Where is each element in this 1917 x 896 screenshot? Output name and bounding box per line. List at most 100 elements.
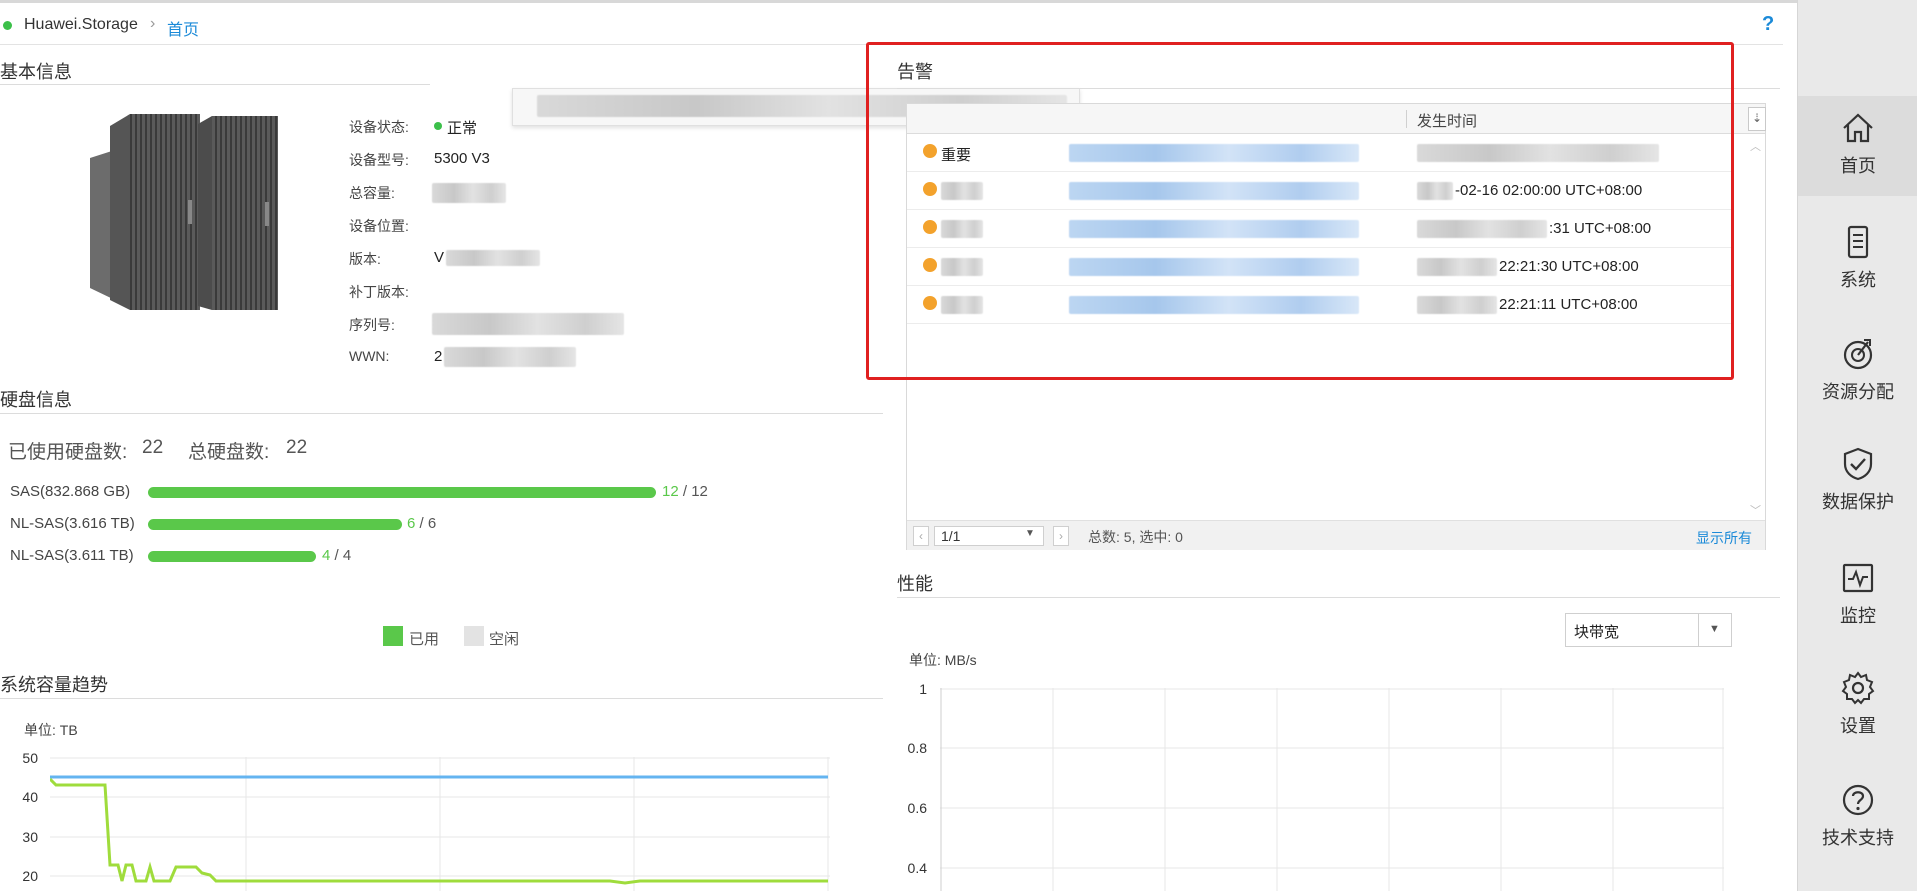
- metric-select[interactable]: 块带宽 ▼: [1565, 613, 1732, 647]
- disk-used-count-label: 已使用硬盘数:: [8, 442, 128, 463]
- field-label-patch: 补丁版本:: [349, 284, 409, 300]
- redacted-text: [444, 347, 576, 367]
- top-bar: [0, 0, 1797, 44]
- sidebar-item-settings[interactable]: 设置: [1798, 656, 1917, 756]
- scroll-down-icon[interactable]: ﹀: [1750, 502, 1761, 518]
- legend-used-swatch: [383, 626, 403, 646]
- sidebar-item-label: 资源分配: [1822, 382, 1894, 402]
- show-all-link[interactable]: 显示所有: [1696, 528, 1752, 548]
- y-tick: 1: [919, 681, 927, 697]
- alarm-summary: 总数: 5, 选中: 0: [1088, 529, 1183, 545]
- scrollbar[interactable]: ︿ ﹀: [1746, 134, 1764, 520]
- sidebar-item-label: 数据保护: [1822, 492, 1894, 512]
- page-value: 1/1: [941, 528, 961, 544]
- divider: [0, 84, 430, 85]
- redacted-text: [446, 250, 540, 266]
- y-tick: 20: [22, 868, 38, 884]
- field-value-model: 5300 V3: [434, 150, 490, 167]
- disk-type-label: NL-SAS(3.616 TB): [10, 515, 135, 532]
- trend-used-line: [48, 777, 828, 885]
- y-tick: 40: [22, 789, 38, 805]
- column-chooser-icon[interactable]: ⇣: [1748, 107, 1766, 131]
- sidebar-item-label: 系统: [1840, 270, 1876, 290]
- breadcrumb-root[interactable]: Huawei.Storage: [24, 16, 138, 34]
- support-icon: [1842, 784, 1874, 816]
- disk-usage-count: 6 / 6: [407, 515, 437, 532]
- disk-usage-bar: [148, 519, 402, 530]
- help-icon[interactable]: ?: [1762, 13, 1774, 36]
- status-dot-icon: [3, 21, 12, 30]
- page-select[interactable]: 1/1 ▼: [934, 526, 1044, 546]
- capacity-trend-chart: [48, 757, 830, 891]
- legend-free-label: 空闲: [489, 631, 520, 648]
- sidebar-item-monitor[interactable]: 监控: [1798, 546, 1917, 646]
- field-label-version: 版本:: [349, 251, 381, 267]
- sidebar-item-support[interactable]: 技术支持: [1798, 768, 1917, 868]
- field-label-wwn: WWN:: [349, 348, 390, 364]
- y-tick: 0.4: [907, 860, 927, 876]
- divider: [897, 597, 1780, 598]
- legend-free-swatch: [464, 626, 484, 646]
- disk-usage-count: 4 / 4: [322, 547, 352, 564]
- field-label-capacity: 总容量:: [349, 185, 395, 201]
- field-label-status: 设备状态:: [349, 119, 409, 135]
- y-tick: 50: [22, 750, 38, 766]
- divider: [0, 413, 883, 414]
- gear-icon: [1841, 671, 1875, 705]
- monitor-icon: [1842, 563, 1874, 593]
- sidebar-item-resource[interactable]: 资源分配: [1798, 322, 1917, 422]
- disk-type-label: NL-SAS(3.611 TB): [10, 547, 134, 564]
- y-tick: 0.6: [907, 800, 927, 816]
- device-image: [90, 110, 280, 315]
- resource-icon: [1843, 339, 1873, 370]
- field-value-serial: [432, 313, 624, 335]
- metric-select-value: 块带宽: [1574, 624, 1620, 641]
- disk-usage-bar: [148, 551, 316, 562]
- home-icon: [1843, 113, 1873, 143]
- divider: [0, 698, 883, 699]
- capacity-trend-title: 系统容量趋势: [0, 675, 108, 695]
- status-ok-icon: [434, 122, 442, 130]
- disk-total-count-label: 总硬盘数:: [188, 442, 270, 463]
- performance-unit-label: 单位: MB/s: [909, 652, 977, 668]
- field-label-location: 设备位置:: [349, 218, 409, 234]
- prev-page-button[interactable]: ‹: [913, 526, 929, 546]
- disk-info-title: 硬盘信息: [0, 390, 72, 410]
- field-value-version: V: [434, 249, 445, 266]
- legend-used-label: 已用: [409, 631, 440, 648]
- breadcrumb-separator-icon: ›: [150, 15, 156, 32]
- highlight-box: [866, 42, 1734, 380]
- breadcrumb-current[interactable]: 首页: [167, 16, 199, 40]
- disk-type-label: SAS(832.868 GB): [10, 483, 131, 500]
- chevron-down-icon: ▼: [1709, 623, 1720, 635]
- y-tick: 0.8: [907, 740, 927, 756]
- divider: [1698, 614, 1699, 646]
- sidebar-item-label: 监控: [1840, 606, 1876, 626]
- sidebar-item-data-protection[interactable]: 数据保护: [1798, 432, 1917, 532]
- disk-usage-count: 12 / 12: [662, 483, 708, 500]
- sidebar: 首页 系统 资源分配 数据保护 监控 设置 技术支持: [1797, 0, 1917, 891]
- capacity-unit-label: 单位: TB: [24, 722, 78, 738]
- sidebar-item-label: 首页: [1840, 156, 1876, 176]
- field-value-status: 正常: [447, 120, 478, 137]
- server-icon: [1847, 225, 1869, 259]
- disk-used-count: 22: [142, 437, 164, 458]
- y-tick: 30: [22, 829, 38, 845]
- field-value-capacity: [432, 183, 506, 203]
- chevron-down-icon: ▼: [1025, 528, 1035, 539]
- sidebar-item-label: 技术支持: [1822, 828, 1894, 848]
- basic-info-title: 基本信息: [0, 62, 72, 82]
- performance-chart: [940, 688, 1725, 891]
- scroll-up-icon[interactable]: ︿: [1750, 138, 1761, 154]
- pager: ‹ 1/1 ▼ › 总数: 5, 选中: 0 显示所有: [907, 520, 1765, 550]
- field-value-wwn: 2: [434, 348, 443, 365]
- next-page-button[interactable]: ›: [1053, 526, 1069, 546]
- sidebar-item-label: 设置: [1840, 716, 1876, 736]
- sidebar-item-home[interactable]: 首页: [1798, 96, 1917, 196]
- disk-total-count: 22: [286, 437, 308, 458]
- shield-icon: [1843, 447, 1873, 481]
- sidebar-item-system[interactable]: 系统: [1798, 210, 1917, 310]
- field-label-model: 设备型号:: [349, 152, 409, 168]
- disk-usage-bar: [148, 487, 656, 498]
- field-label-serial: 序列号:: [349, 317, 395, 333]
